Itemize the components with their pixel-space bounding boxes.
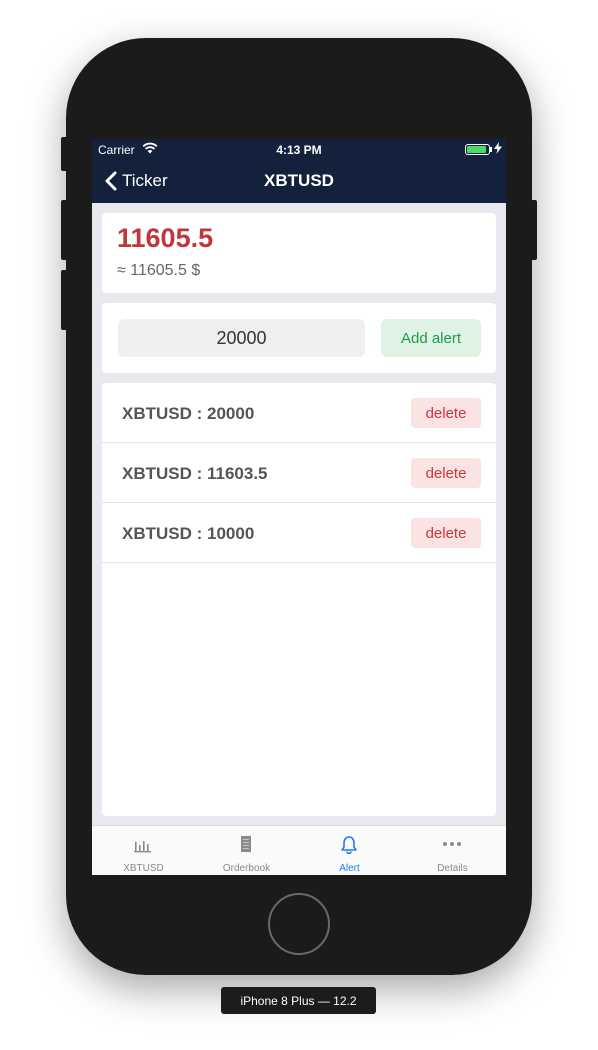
simulator-device-label: iPhone 8 Plus — 12.2 [221,987,376,1014]
list-item: XBTUSD : 11603.5 delete [102,443,496,503]
charging-bolt-icon [494,142,502,154]
list-item: XBTUSD : 20000 delete [102,383,496,443]
delete-button[interactable]: delete [411,518,481,548]
add-alert-button[interactable]: Add alert [381,319,481,357]
delete-button[interactable]: delete [411,458,481,488]
alert-label: XBTUSD : 20000 [122,404,255,423]
home-button[interactable] [268,893,330,955]
delete-button[interactable]: delete [411,398,481,428]
tab-orderbook[interactable]: Orderbook [195,826,298,875]
alert-price-input[interactable] [118,319,365,357]
page-title: XBTUSD [264,171,334,190]
tab-label: Orderbook [222,863,271,874]
battery-icon [465,144,490,155]
price-card: 11605.5 ≈ 11605.5 $ [102,213,496,293]
book-icon [241,836,251,852]
battery-tip [490,147,492,152]
list-item: XBTUSD : 10000 delete [102,503,496,563]
alert-list: XBTUSD : 20000 delete XBTUSD : 11603.5 d… [102,383,496,816]
app-header: Carrier 4:13 PM Ticker XBTUSD [92,139,506,203]
tab-label: XBTUSD [123,863,164,874]
add-alert-card: Add alert [102,303,496,373]
tab-bar: XBTUSD Orderbook Alert Details [92,825,506,875]
navigation-bar: Ticker XBTUSD [92,159,506,203]
price-approx-usd: ≈ 11605.5 $ [117,262,201,279]
bell-icon [341,836,357,854]
alert-label: XBTUSD : 10000 [122,524,255,543]
tab-xbtusd[interactable]: XBTUSD [92,826,195,875]
tab-label: Details [437,863,468,874]
more-icon [443,842,461,846]
current-price: 11605.5 [117,223,214,253]
tab-details[interactable]: Details [401,826,504,875]
bar-chart-icon [134,841,151,853]
status-bar: Carrier 4:13 PM [92,139,506,159]
status-time: 4:13 PM [276,143,322,157]
alert-label: XBTUSD : 11603.5 [122,464,268,483]
app-screen: Carrier 4:13 PM Ticker XBTUSD 11605.5 ≈ … [92,139,506,875]
tab-label: Alert [339,863,360,874]
tab-alert[interactable]: Alert [298,826,401,875]
